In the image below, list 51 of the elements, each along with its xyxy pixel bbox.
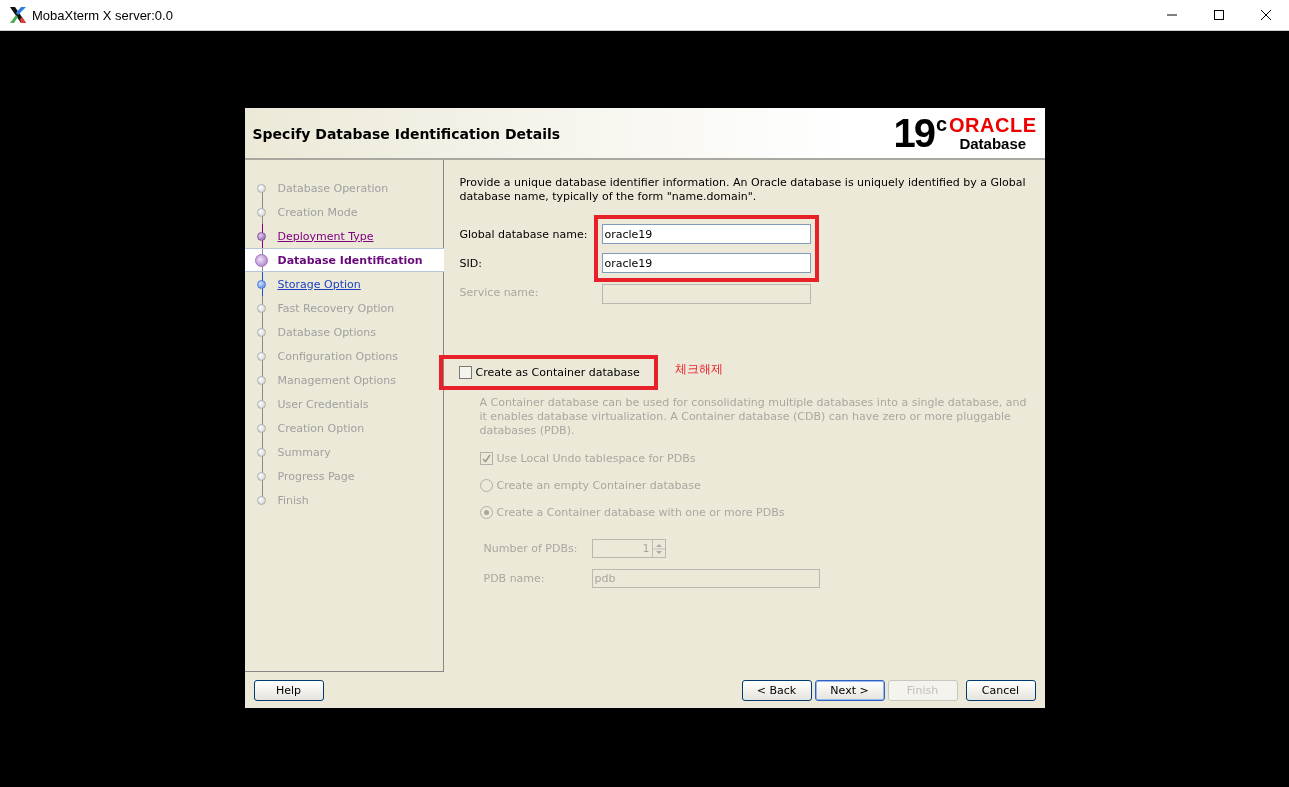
step-dot-icon xyxy=(256,399,266,409)
step-item: Finish xyxy=(277,493,309,507)
field-label: Service name: xyxy=(459,285,540,301)
step-dot-icon xyxy=(256,423,266,433)
version-logo: 19$^{c}$ xyxy=(893,113,946,153)
step-item: Management Options xyxy=(277,373,396,387)
step-item: User Credentials xyxy=(277,397,369,411)
annotation-text: 체크해제 xyxy=(674,361,723,378)
dialog-button[interactable]: Next > xyxy=(814,679,885,701)
dialog-button[interactable]: Cancel xyxy=(965,679,1036,701)
product-name: Database xyxy=(959,134,1027,152)
step-dot-icon xyxy=(256,375,266,385)
text-field[interactable]: oracle19 xyxy=(601,224,811,244)
step-item: Progress Page xyxy=(277,469,355,483)
step-item: Summary xyxy=(277,445,331,459)
field-label: Number of PDBs: xyxy=(483,542,579,555)
field-label: PDB name: xyxy=(483,572,546,585)
maximize-icon xyxy=(1213,10,1224,20)
step-item: Configuration Options xyxy=(277,349,399,363)
window-title: MobaXterm X server:0.0 xyxy=(32,7,173,23)
brand-logo: ORACLE xyxy=(949,114,1037,135)
step-dot-icon xyxy=(256,471,266,481)
step-item: Database Identification xyxy=(277,253,423,267)
dialog-button[interactable]: < Back xyxy=(741,679,812,701)
page-title: Specify Database Identification Details xyxy=(252,126,561,142)
step-item: Creation Option xyxy=(277,421,365,435)
step-dot-icon xyxy=(256,207,266,217)
text-field[interactable]: oracle19 xyxy=(601,253,811,273)
step-dot-icon xyxy=(256,327,266,337)
step-dot-icon xyxy=(256,351,266,361)
container-checkbox[interactable]: Create as Container database xyxy=(458,366,640,379)
description-text: A Container database can be used for consolidating multiple databases into a single database, and it enables database virtualization. A Container database (CDB) can have zero or more pluggable databases (PDB). xyxy=(479,396,1028,438)
step-dot-icon xyxy=(254,253,268,267)
step-item[interactable]: Storage Option xyxy=(277,277,361,291)
step-item[interactable]: Deployment Type xyxy=(277,229,374,243)
step-dot-icon xyxy=(256,183,266,193)
x-logo-icon xyxy=(9,6,27,24)
step-dot-icon xyxy=(256,231,266,241)
step-dot-icon xyxy=(256,303,266,313)
field-label: Global database name: xyxy=(459,227,589,243)
step-item: Fast Recovery Option xyxy=(277,301,395,315)
step-item: Database Operation xyxy=(277,181,389,195)
field-label: SID: xyxy=(459,256,483,272)
step-item: Database Options xyxy=(277,325,376,339)
close-icon xyxy=(1260,10,1271,20)
intro-text: Provide a unique database identifier information. An Oracle database is uniquely identified by a Global database name, typically of the form "name.domain". xyxy=(459,176,1027,204)
help-button[interactable]: Help xyxy=(253,679,324,701)
step-dot-icon xyxy=(256,279,266,289)
step-dot-icon xyxy=(256,447,266,457)
step-dot-icon xyxy=(256,495,266,505)
step-item: Creation Mode xyxy=(277,205,358,219)
